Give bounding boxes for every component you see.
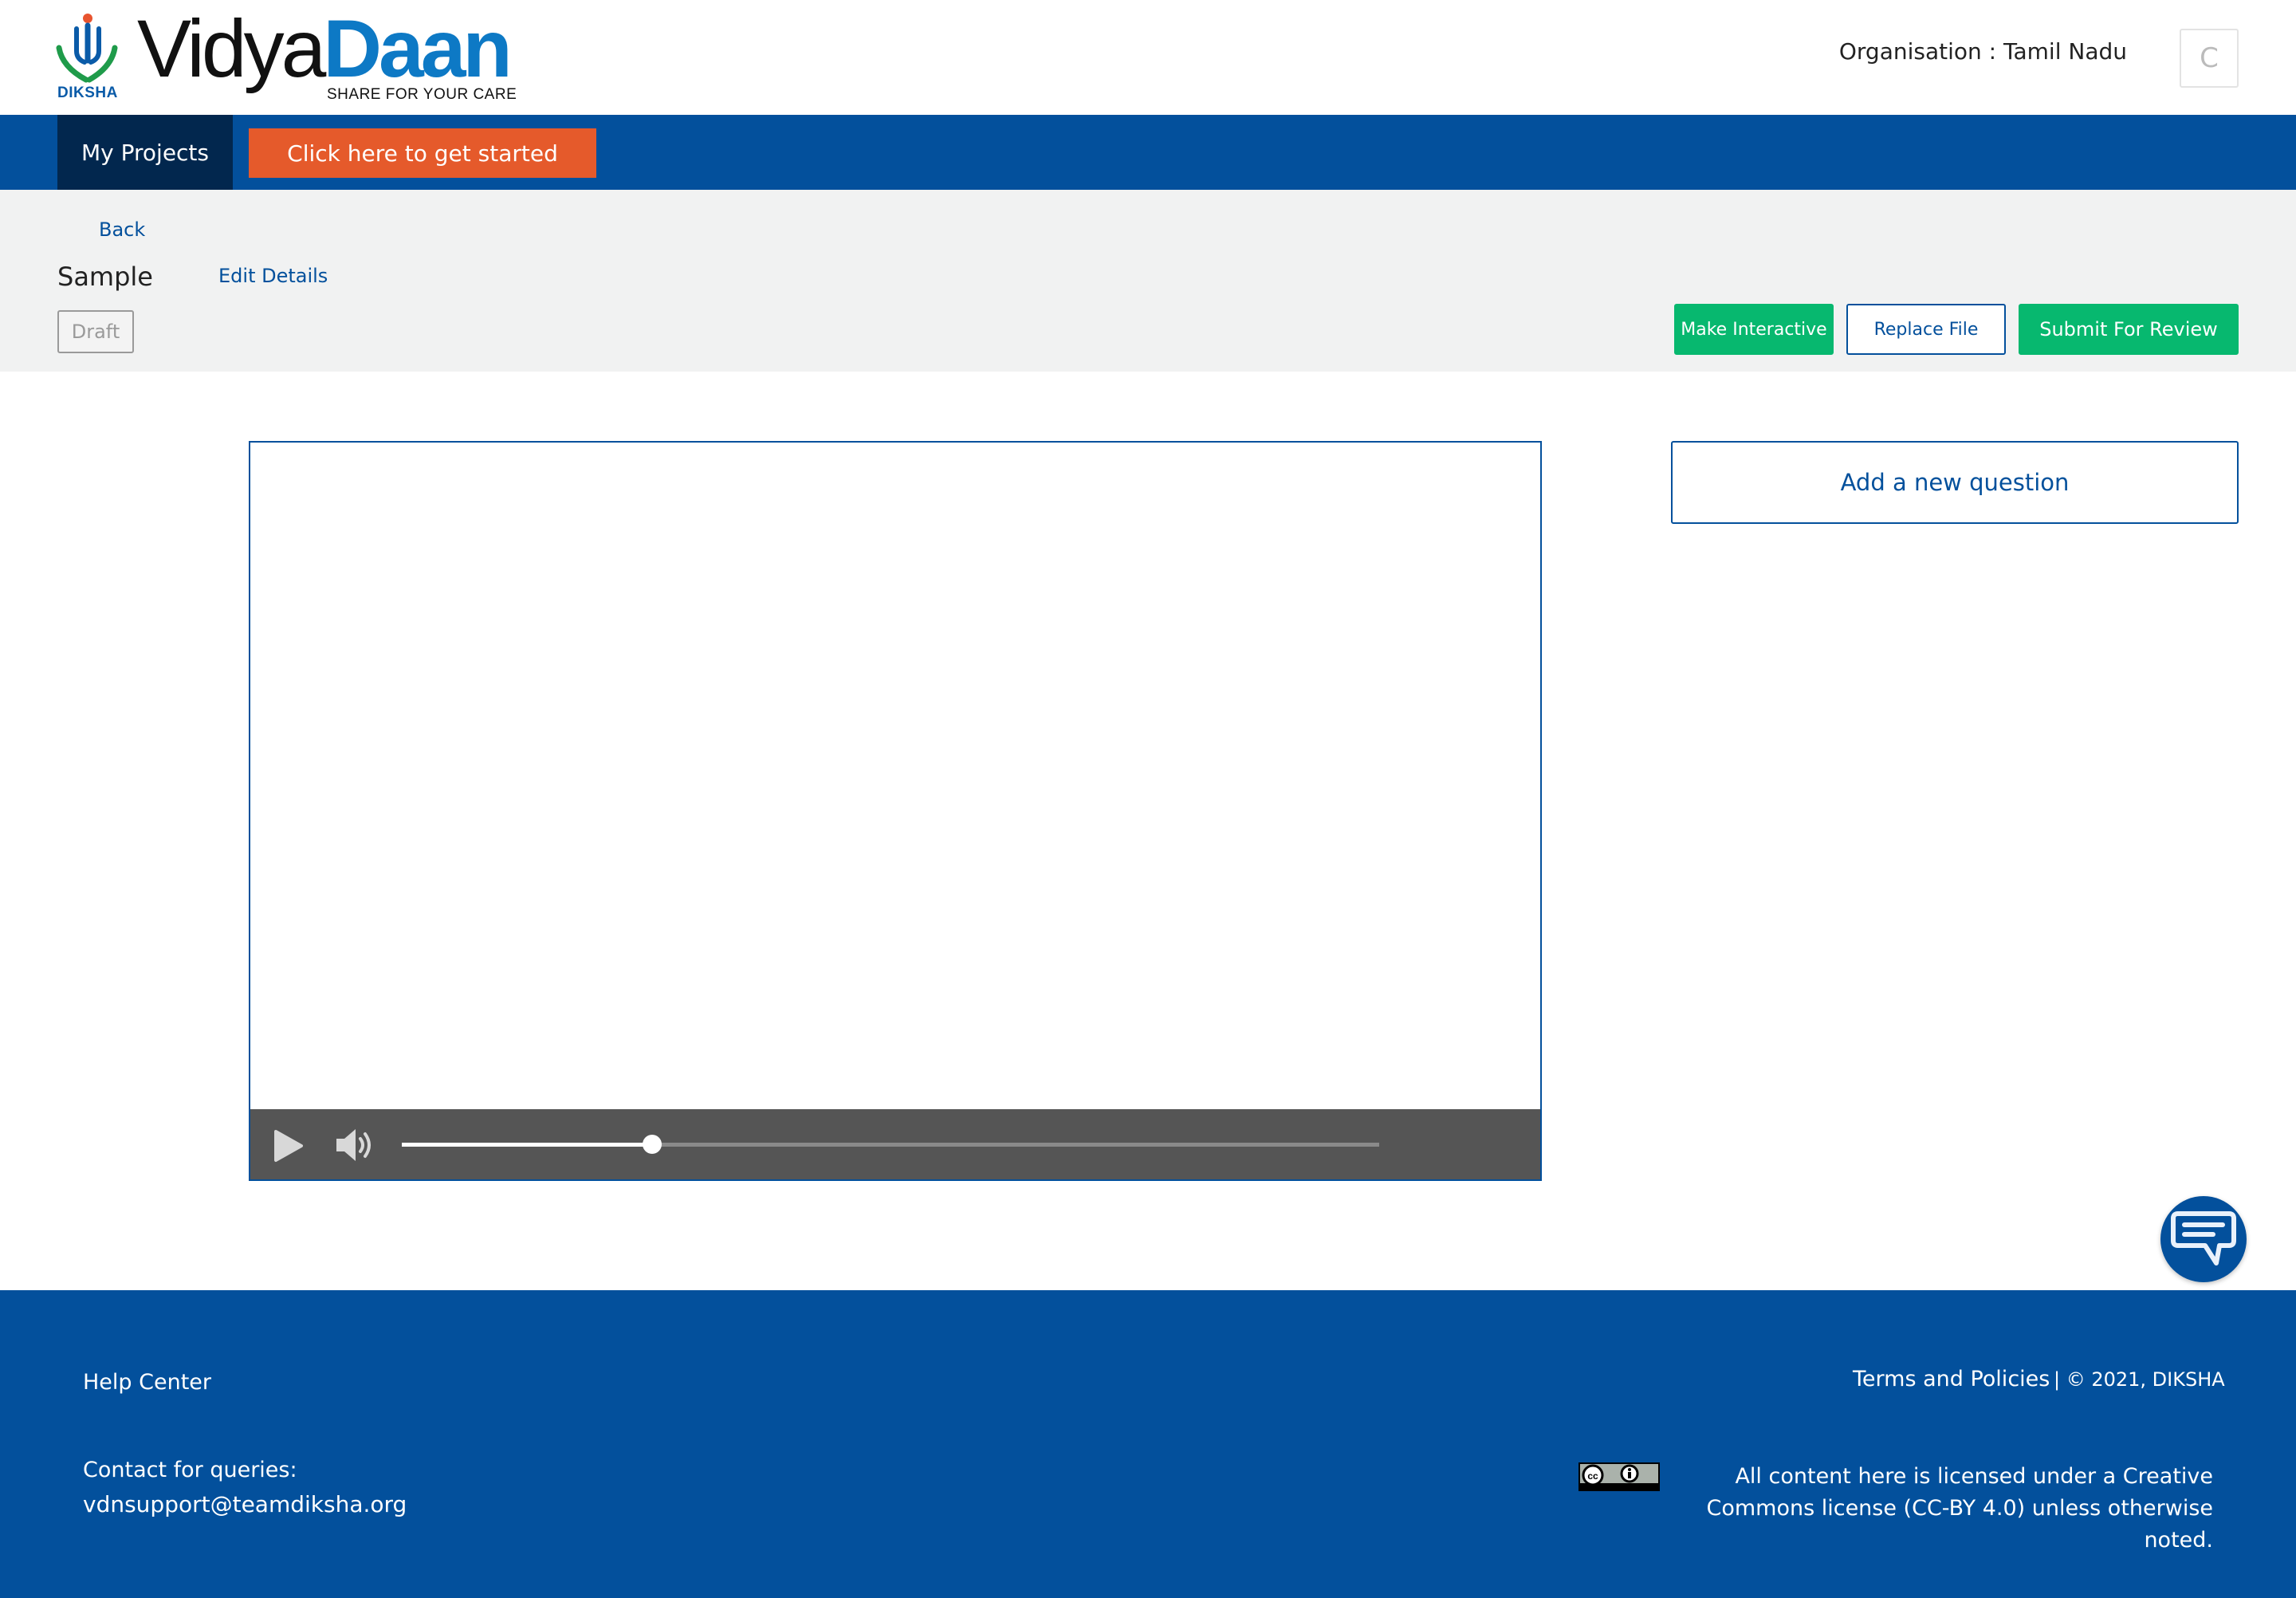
back-link[interactable]: Back bbox=[99, 218, 145, 241]
logo-word-daan: Daan bbox=[323, 3, 512, 94]
svg-text:cc: cc bbox=[1587, 1470, 1598, 1482]
logo-word-vidya: Vidya bbox=[137, 3, 326, 94]
organisation-label: Organisation : Tamil Nadu bbox=[1838, 38, 2127, 65]
add-question-button[interactable]: Add a new question bbox=[1671, 441, 2239, 524]
seek-bar-handle[interactable] bbox=[642, 1135, 662, 1154]
player-controls bbox=[250, 1109, 1540, 1179]
logo-tagline: SHARE FOR YOUR CARE bbox=[327, 86, 517, 103]
contact-label: Contact for queries: bbox=[83, 1458, 297, 1482]
status-badge: Draft bbox=[57, 310, 134, 353]
replace-file-button[interactable]: Replace File bbox=[1846, 304, 2006, 355]
submit-for-review-button[interactable]: Submit For Review bbox=[2019, 304, 2239, 355]
license-text: All content here is licensed under a Cre… bbox=[1706, 1464, 2213, 1553]
contact-email-link[interactable]: vdnsupport@teamdiksha.org bbox=[83, 1491, 407, 1517]
vidyadaan-logo[interactable]: DIKSHA VidyaDaan SHARE FOR YOUR CARE bbox=[56, 8, 518, 105]
logo-mark-label: DIKSHA bbox=[57, 85, 118, 101]
video-player[interactable] bbox=[249, 441, 1542, 1181]
chat-help-button[interactable] bbox=[2160, 1196, 2247, 1282]
copyright-text: | © 2021, DIKSHA bbox=[2054, 1368, 2225, 1391]
edit-details-link[interactable]: Edit Details bbox=[218, 265, 328, 287]
page-footer: Help Center Contact for queries: vdnsupp… bbox=[0, 1290, 2296, 1598]
help-center-link[interactable]: Help Center bbox=[83, 1370, 211, 1395]
make-interactive-button[interactable]: Make Interactive bbox=[1674, 304, 1834, 355]
get-started-button[interactable]: Click here to get started bbox=[249, 128, 596, 178]
chat-icon bbox=[2171, 1211, 2236, 1265]
play-icon[interactable] bbox=[269, 1128, 305, 1163]
seek-bar[interactable] bbox=[402, 1135, 1379, 1154]
page-title: Sample bbox=[57, 262, 153, 292]
seek-bar-progress bbox=[402, 1143, 652, 1147]
volume-icon[interactable] bbox=[335, 1127, 375, 1163]
terms-policies-link[interactable]: Terms and Policies bbox=[1853, 1367, 2050, 1391]
main-nav: My Projects Click here to get started bbox=[0, 115, 2296, 190]
tab-my-projects[interactable]: My Projects bbox=[57, 115, 233, 190]
logo-wordmark: VidyaDaan bbox=[137, 8, 513, 89]
user-avatar[interactable]: C bbox=[2180, 29, 2239, 88]
app-header: DIKSHA VidyaDaan SHARE FOR YOUR CARE Org… bbox=[0, 0, 2296, 115]
